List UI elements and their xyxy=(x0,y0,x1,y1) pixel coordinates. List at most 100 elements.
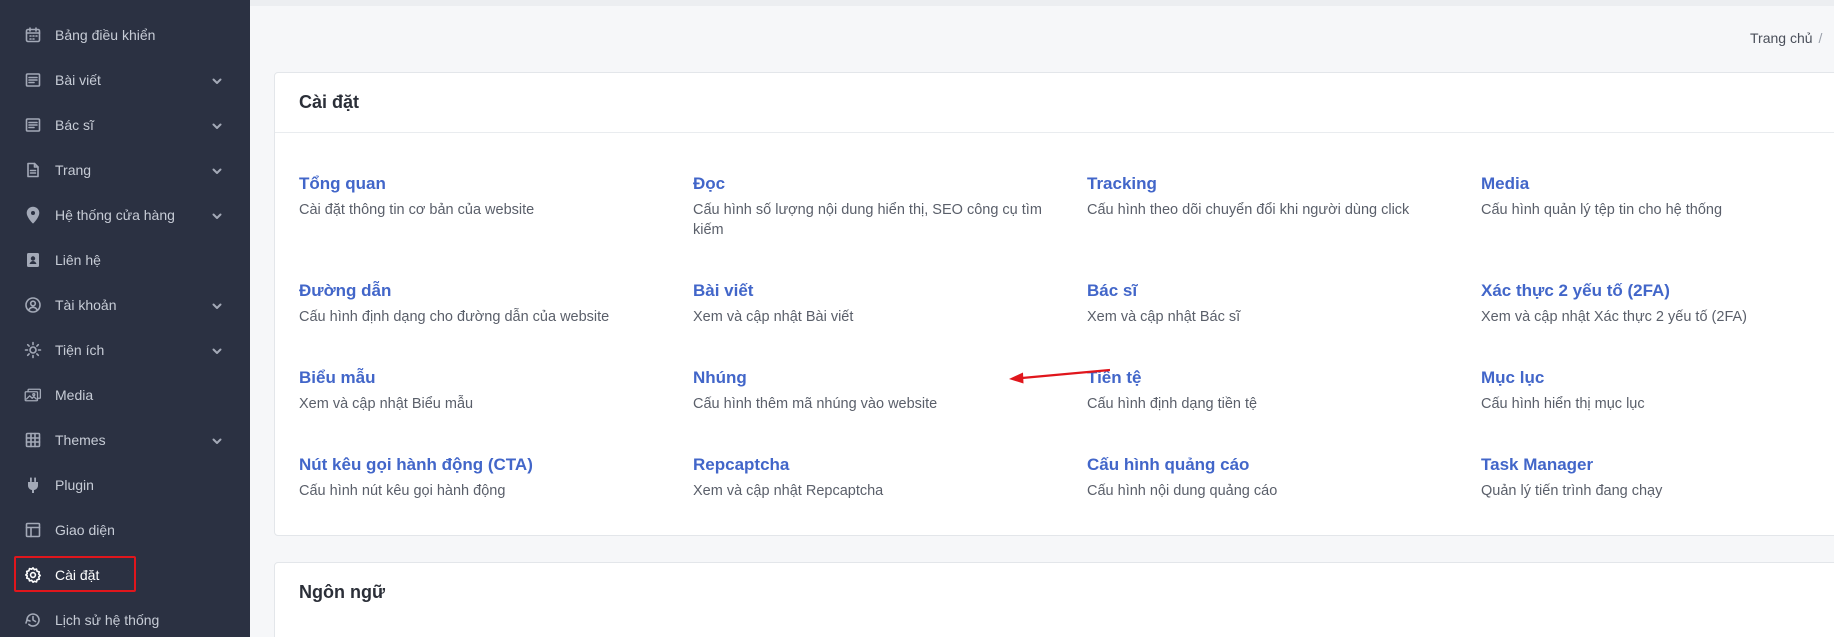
setting-ads: Cấu hình quảng cáo Cấu hình nội dung quả… xyxy=(1087,454,1467,501)
chevron-down-icon xyxy=(211,74,223,86)
sidebar-item-label: Themes xyxy=(55,431,106,448)
sidebar-item-plugin[interactable]: Plugin xyxy=(0,462,250,507)
setting-link[interactable]: Nút kêu gọi hành động (CTA) xyxy=(299,454,679,476)
breadcrumb: Trang chủ / xyxy=(1750,30,1822,46)
sidebar-item-media[interactable]: Media xyxy=(0,372,250,417)
setting-link[interactable]: Tổng quan xyxy=(299,173,679,195)
chevron-down-icon xyxy=(211,119,223,131)
setting-2fa: Xác thực 2 yếu tố (2FA) Xem và cập nhật … xyxy=(1481,280,1834,327)
sidebar-item-posts[interactable]: Bài viết xyxy=(0,57,250,102)
calendar-icon xyxy=(24,26,42,44)
sidebar-item-dashboard[interactable]: Bảng điều khiển xyxy=(0,12,250,57)
setting-link[interactable]: Đường dẫn xyxy=(299,280,679,302)
setting-description: Cấu hình nút kêu gọi hành động xyxy=(299,483,506,499)
setting-link[interactable]: Cấu hình quảng cáo xyxy=(1087,454,1467,476)
sidebar-item-label: Plugin xyxy=(55,476,94,493)
setting-link[interactable]: Tiền tệ xyxy=(1087,367,1467,389)
setting-general: Tổng quan Cài đặt thông tin cơ bản của w… xyxy=(299,173,679,220)
setting-link[interactable]: Bài viết xyxy=(693,280,1073,302)
setting-link[interactable]: Task Manager xyxy=(1481,454,1834,476)
setting-media: Media Cấu hình quản lý tệp tin cho hệ th… xyxy=(1481,173,1834,220)
setting-description: Cấu hình thêm mã nhúng vào website xyxy=(693,396,938,412)
sidebar-item-utilities[interactable]: Tiện ích xyxy=(0,327,250,372)
page-icon xyxy=(24,161,42,179)
layout-icon xyxy=(24,521,42,539)
setting-description: Cấu hình định dạng tiền tệ xyxy=(1087,396,1258,412)
article-icon xyxy=(24,71,42,89)
setting-description: Cấu hình quản lý tệp tin cho hệ thống xyxy=(1481,202,1723,218)
setting-reading: Đọc Cấu hình số lượng nội dung hiển thị,… xyxy=(693,173,1073,240)
main-content: Trang chủ / Cài đặt Tổng quan Cài đặt thô… xyxy=(250,0,1834,637)
sidebar-item-label: Trang xyxy=(55,161,92,178)
sidebar-item-label: Hệ thống cửa hàng xyxy=(55,206,175,223)
setting-description: Xem và cập nhật Xác thực 2 yếu tố (2FA) xyxy=(1481,309,1748,325)
chevron-down-icon xyxy=(211,344,223,356)
sidebar-item-doctors[interactable]: Bác sĩ xyxy=(0,102,250,147)
sidebar-item-settings[interactable]: Cài đặt xyxy=(0,552,250,597)
history-icon xyxy=(24,611,42,629)
top-bar xyxy=(250,0,1834,6)
article-icon xyxy=(24,116,42,134)
setting-description: Xem và cập nhật Bài viết xyxy=(693,309,854,325)
setting-link[interactable]: Biểu mẫu xyxy=(299,367,679,389)
annotation-arrow-icon xyxy=(1009,368,1110,384)
breadcrumb-home-link[interactable]: Trang chủ xyxy=(1750,30,1813,46)
card-title: Cài đặt xyxy=(299,92,360,112)
setting-description: Cấu hình nội dung quảng cáo xyxy=(1087,483,1278,499)
sidebar-item-accounts[interactable]: Tài khoản xyxy=(0,282,250,327)
sidebar: Bảng điều khiển Bài viết Bác sĩ Trang Hệ… xyxy=(0,0,250,637)
setting-recaptcha: Repcaptcha Xem và cập nhật Repcaptcha xyxy=(693,454,1073,501)
sidebar-item-label: Bài viết xyxy=(55,71,101,88)
chevron-down-icon xyxy=(211,434,223,446)
sidebar-item-system-history[interactable]: Lịch sử hệ thống xyxy=(0,597,250,637)
sidebar-item-label: Bác sĩ xyxy=(55,116,94,133)
contact-icon xyxy=(24,251,42,269)
setting-currency: Tiền tệ Cấu hình định dạng tiền tệ xyxy=(1087,367,1467,414)
grid-icon xyxy=(24,431,42,449)
setting-description: Quản lý tiến trình đang chạy xyxy=(1481,483,1663,499)
setting-link[interactable]: Bác sĩ xyxy=(1087,280,1467,302)
plug-icon xyxy=(24,476,42,494)
setting-link[interactable]: Đọc xyxy=(693,173,1073,195)
sidebar-item-label: Media xyxy=(55,386,94,403)
sidebar-item-pages[interactable]: Trang xyxy=(0,147,250,192)
sidebar-item-label: Tài khoản xyxy=(55,296,117,313)
sidebar-item-label: Bảng điều khiển xyxy=(55,26,156,43)
setting-toc: Mục lục Cấu hình hiển thị mục lục xyxy=(1481,367,1834,414)
sidebar-item-contacts[interactable]: Liên hệ xyxy=(0,237,250,282)
setting-doctors: Bác sĩ Xem và cập nhật Bác sĩ xyxy=(1087,280,1467,327)
card-header: Ngôn ngữ xyxy=(275,563,1834,621)
chevron-down-icon xyxy=(211,299,223,311)
chevron-down-icon xyxy=(211,209,223,221)
setting-link[interactable]: Media xyxy=(1481,173,1834,195)
language-card: Ngôn ngữ xyxy=(274,562,1834,637)
setting-link[interactable]: Tracking xyxy=(1087,173,1467,195)
card-title: Ngôn ngữ xyxy=(299,581,386,602)
setting-forms: Biểu mẫu Xem và cập nhật Biểu mẫu xyxy=(299,367,679,414)
card-header: Cài đặt xyxy=(275,73,1834,133)
setting-tracking: Tracking Cấu hình theo dõi chuyển đổi kh… xyxy=(1087,173,1467,220)
sidebar-item-store-system[interactable]: Hệ thống cửa hàng xyxy=(0,192,250,237)
setting-description: Cấu hình định dạng cho đường dẫn của web… xyxy=(299,309,610,325)
setting-cta: Nút kêu gọi hành động (CTA) Cấu hình nút… xyxy=(299,454,679,501)
setting-description: Cấu hình số lượng nội dung hiển thị, SEO… xyxy=(693,202,1042,238)
gear-icon xyxy=(24,566,42,584)
sidebar-item-appearance[interactable]: Giao diện xyxy=(0,507,250,552)
setting-description: Cài đặt thông tin cơ bản của website xyxy=(299,202,535,218)
sidebar-item-label: Liên hệ xyxy=(55,251,101,268)
setting-link[interactable]: Mục lục xyxy=(1481,367,1834,389)
setting-link[interactable]: Xác thực 2 yếu tố (2FA) xyxy=(1481,280,1834,302)
sidebar-item-label: Tiện ích xyxy=(55,341,105,358)
setting-description: Cấu hình theo dõi chuyển đổi khi người d… xyxy=(1087,202,1410,218)
setting-task-manager: Task Manager Quản lý tiến trình đang chạ… xyxy=(1481,454,1834,501)
sidebar-item-label: Lịch sử hệ thống xyxy=(55,611,160,628)
sidebar-item-themes[interactable]: Themes xyxy=(0,417,250,462)
setting-link[interactable]: Repcaptcha xyxy=(693,454,1073,476)
sun-icon xyxy=(24,341,42,359)
user-circle-icon xyxy=(24,296,42,314)
setting-description: Cấu hình hiển thị mục lục xyxy=(1481,396,1645,412)
setting-posts: Bài viết Xem và cập nhật Bài viết xyxy=(693,280,1073,327)
sidebar-item-label: Cài đặt xyxy=(55,566,100,583)
setting-description: Xem và cập nhật Biểu mẫu xyxy=(299,396,474,412)
setting-description: Xem và cập nhật Repcaptcha xyxy=(693,483,884,499)
